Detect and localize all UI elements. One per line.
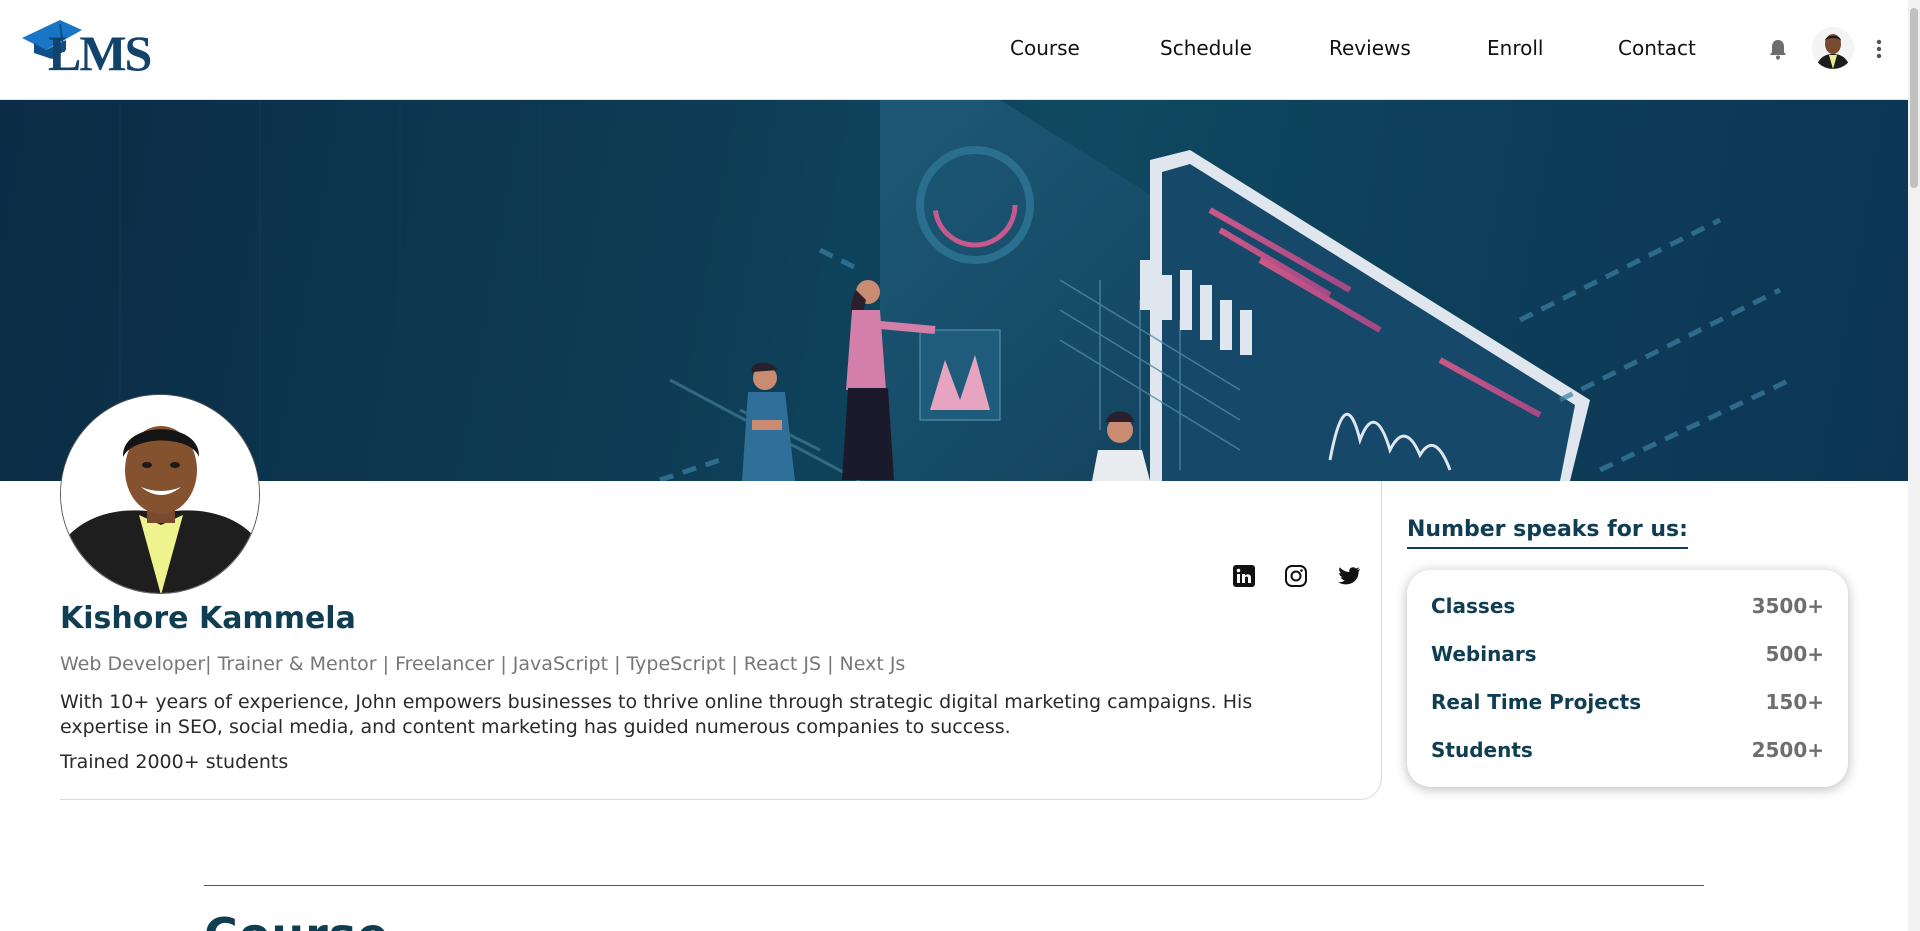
linkedin-icon[interactable] (1232, 564, 1256, 588)
profile-photo (60, 394, 260, 594)
stat-row-projects: Real Time Projects 150+ (1431, 690, 1824, 720)
stat-value: 3500+ (1751, 594, 1824, 618)
user-photo (1812, 27, 1854, 69)
profile-trained: Trained 2000+ students (60, 751, 289, 773)
top-navbar: LMS Course Schedule Reviews Enroll Conta… (0, 0, 1908, 100)
stats-title: Number speaks for us: (1407, 517, 1688, 549)
stat-row-students: Students 2500+ (1431, 738, 1824, 768)
stat-value: 150+ (1765, 690, 1824, 714)
profile-bio: With 10+ years of experience, John empow… (60, 691, 1253, 738)
stat-label: Real Time Projects (1431, 690, 1642, 714)
page-scrollbar[interactable] (1908, 0, 1920, 931)
section-divider (204, 885, 1704, 886)
stat-value: 500+ (1765, 642, 1824, 666)
twitter-icon[interactable] (1337, 564, 1361, 588)
profile-name: Kishore Kammela (60, 601, 356, 636)
stat-row-webinars: Webinars 500+ (1431, 642, 1824, 672)
profile-headline: Web Developer| Trainer & Mentor | Freela… (60, 653, 906, 675)
logo-text: LMS (48, 25, 152, 81)
instagram-icon[interactable] (1284, 564, 1308, 588)
stat-label: Classes (1431, 594, 1516, 618)
banner-illustration (119, 100, 1792, 481)
lms-logo[interactable]: LMS (20, 16, 152, 81)
stat-value: 2500+ (1751, 738, 1824, 762)
more-vertical-icon[interactable] (1875, 38, 1883, 60)
stat-label: Students (1431, 738, 1533, 762)
nav-contact[interactable]: Contact (1618, 36, 1696, 60)
stat-row-classes: Classes 3500+ (1431, 594, 1824, 624)
profile-photo-image (61, 395, 259, 593)
nav-course[interactable]: Course (1010, 36, 1080, 60)
scrollbar-thumb[interactable] (1910, 8, 1918, 188)
nav-enroll[interactable]: Enroll (1487, 36, 1543, 60)
stats-card: Classes 3500+ Webinars 500+ Real Time Pr… (1407, 570, 1848, 787)
section-title: Course (204, 908, 389, 931)
bell-icon[interactable] (1768, 38, 1788, 60)
user-avatar[interactable] (1812, 27, 1854, 69)
profile-banner (0, 100, 1908, 481)
nav-schedule[interactable]: Schedule (1160, 36, 1252, 60)
nav-reviews[interactable]: Reviews (1329, 36, 1411, 60)
stat-label: Webinars (1431, 642, 1537, 666)
